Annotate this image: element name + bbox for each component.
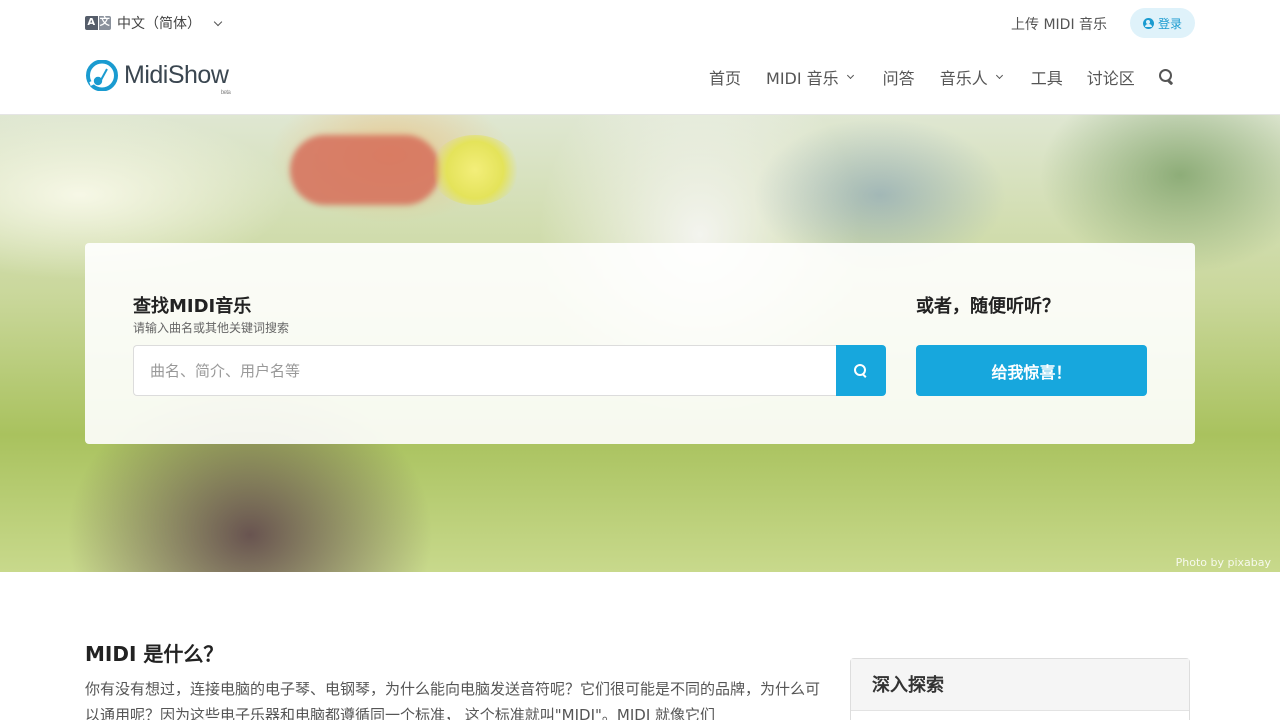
random-title: 或者，随便听听？ xyxy=(916,296,1060,317)
login-label: 登录 xyxy=(1157,16,1182,31)
explore-card: 深入探索 xyxy=(850,658,1190,720)
section-title: MIDI 是什么？ xyxy=(85,642,224,666)
top-bar: A 文 中文（简体） 上传 MIDI 音乐 登录 xyxy=(0,0,1280,48)
nav-item-musicians[interactable]: 音乐人 xyxy=(939,65,1003,89)
search-button[interactable] xyxy=(836,345,886,396)
language-selector[interactable]: A 文 中文（简体） xyxy=(85,13,223,33)
logo-text: MidiShow beta xyxy=(124,61,231,96)
nav-item-label: 问答 xyxy=(882,69,915,88)
chevron-down-icon xyxy=(995,71,1003,80)
upload-midi-link[interactable]: 上传 MIDI 音乐 xyxy=(1011,14,1107,34)
site-logo[interactable]: MidiShow beta xyxy=(85,60,231,96)
section-text: 你有没有想过，连接电脑的电子琴、电钢琴，为什么能向电脑发送音符呢？它们很可能是不… xyxy=(85,680,821,720)
translate-icon: A 文 xyxy=(85,16,111,30)
search-input[interactable] xyxy=(133,345,836,396)
nav-item-label: 音乐人 xyxy=(939,69,988,88)
hero-photo-flower xyxy=(430,135,520,205)
user-circle-icon xyxy=(1142,17,1154,29)
nav-item-home[interactable]: 首页 xyxy=(709,65,741,89)
chevron-down-icon xyxy=(213,17,223,26)
chevron-down-icon xyxy=(846,71,854,80)
login-button[interactable]: 登录 xyxy=(1130,8,1195,38)
nav-item-qa[interactable]: 问答 xyxy=(883,65,915,89)
main-nav: 首页 MIDI 音乐 问答 音乐人 工具 讨论区 xyxy=(709,66,1175,88)
nav-item-midi-music[interactable]: MIDI 音乐 xyxy=(766,65,854,89)
nav-item-label: MIDI 音乐 xyxy=(766,69,839,88)
language-label: 中文（简体） xyxy=(117,16,201,32)
search-icon xyxy=(854,363,868,378)
translate-icon-glyph-b: 文 xyxy=(98,16,111,30)
hero-photo-hat xyxy=(290,135,440,205)
search-subtitle: 请输入曲名或其他关键词搜索 xyxy=(133,321,290,335)
search-icon[interactable] xyxy=(1158,69,1175,85)
surprise-me-button[interactable]: 给我惊喜！ xyxy=(916,345,1147,396)
logo-icon xyxy=(86,60,118,91)
logo-beta-badge: beta xyxy=(220,90,231,96)
nav-item-label: 首页 xyxy=(709,69,742,88)
photo-credit: Photo by pixabay xyxy=(1175,556,1271,569)
search-card: 查找MIDI音乐 请输入曲名或其他关键词搜索 或者，随便听听？ 给我惊喜！ xyxy=(85,243,1195,444)
explore-card-title: 深入探索 xyxy=(851,659,1189,711)
nav-item-label: 工具 xyxy=(1030,69,1063,88)
nav-item-forum[interactable]: 讨论区 xyxy=(1087,65,1135,89)
nav-item-label: 讨论区 xyxy=(1086,69,1135,88)
translate-icon-glyph-a: A xyxy=(85,16,98,30)
search-title: 查找MIDI音乐 xyxy=(133,296,252,317)
nav-item-tools[interactable]: 工具 xyxy=(1031,65,1063,89)
logo-wordmark: MidiShow xyxy=(124,61,229,89)
main-header: MidiShow beta 首页 MIDI 音乐 问答 音乐人 工具 讨论区 xyxy=(0,48,1280,115)
